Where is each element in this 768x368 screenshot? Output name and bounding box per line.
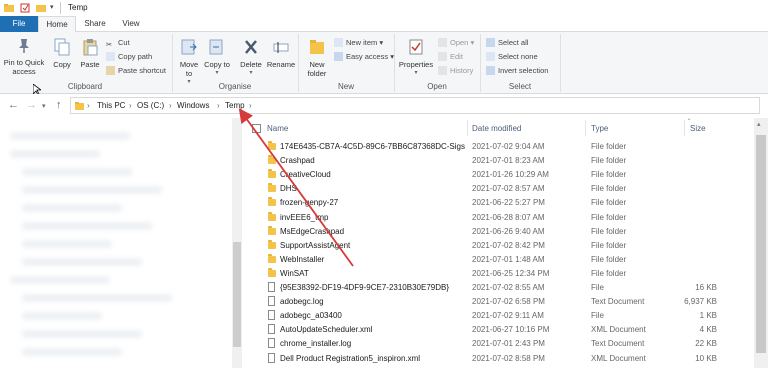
annotation-arrow-line: [238, 108, 354, 267]
annotation-arrow: [238, 108, 354, 267]
